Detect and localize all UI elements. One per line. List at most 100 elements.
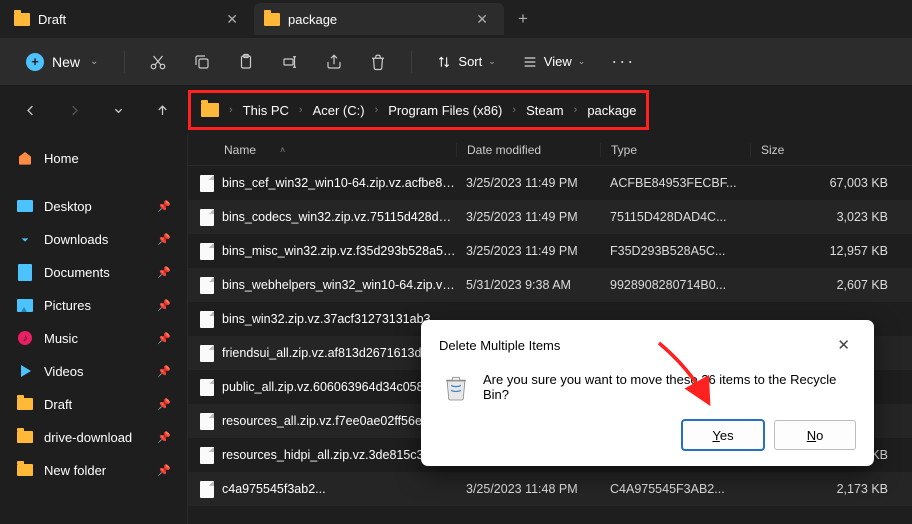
dialog-title: Delete Multiple Items (439, 338, 560, 353)
sidebar: Home Desktop 📌 Downloads 📌 Documents 📌 P… (0, 134, 188, 524)
up-button[interactable] (144, 92, 180, 128)
breadcrumb-item[interactable]: This PC (243, 103, 289, 118)
no-button[interactable]: No (774, 420, 856, 450)
file-name: bins_misc_win32.zip.vz.f35d293b528a5cff.… (222, 244, 456, 258)
tab-draft[interactable]: Draft ✕ (4, 3, 254, 35)
sidebar-item-documents[interactable]: Documents 📌 (6, 256, 181, 288)
recycle-bin-icon (443, 372, 469, 402)
file-date: 3/25/2023 11:49 PM (456, 176, 600, 190)
new-button[interactable]: + New ⌄ (16, 47, 108, 77)
more-button[interactable]: ··· (603, 47, 643, 76)
sidebar-item-videos[interactable]: Videos 📌 (6, 355, 181, 387)
share-button[interactable] (317, 45, 351, 79)
pin-icon: 📌 (157, 398, 171, 411)
forward-button[interactable] (56, 92, 92, 128)
sidebar-item-desktop[interactable]: Desktop 📌 (6, 190, 181, 222)
sidebar-item-label: Documents (44, 265, 110, 280)
table-row[interactable]: bins_codecs_win32.zip.vz.75115d428dad...… (188, 200, 912, 234)
chevron-right-icon: › (371, 104, 383, 116)
close-icon[interactable]: ✕ (220, 9, 244, 30)
folder-icon (16, 428, 34, 446)
file-name: bins_cef_win32_win10-64.zip.vz.acfbe849.… (222, 176, 456, 190)
back-button[interactable] (12, 92, 48, 128)
sidebar-item-label: New folder (44, 463, 106, 478)
sidebar-item-new-folder[interactable]: New folder 📌 (6, 454, 181, 486)
file-type: ACFBE84953FECBF... (600, 176, 750, 190)
file-type: 9928908280714B0... (600, 278, 750, 292)
view-label: View (544, 54, 572, 69)
close-icon[interactable]: ✕ (470, 9, 494, 30)
breadcrumb-item[interactable]: package (587, 103, 636, 118)
sort-button[interactable]: Sort ⌄ (428, 48, 503, 76)
tab-label: package (288, 12, 337, 27)
column-header-name[interactable]: Name ˄ (188, 143, 456, 157)
file-date: 3/25/2023 11:48 PM (456, 482, 600, 496)
plus-icon: + (26, 53, 44, 71)
view-icon (522, 54, 538, 70)
pin-icon: 📌 (157, 431, 171, 444)
sort-label: Sort (458, 54, 482, 69)
new-tab-button[interactable]: + (504, 9, 542, 29)
tab-bar: Draft ✕ package ✕ + (0, 0, 912, 38)
sidebar-item-downloads[interactable]: Downloads 📌 (6, 223, 181, 255)
breadcrumb-item[interactable]: Program Files (x86) (388, 103, 502, 118)
column-headers: Name ˄ Date modified Type Size (188, 134, 912, 166)
delete-button[interactable] (361, 45, 395, 79)
sidebar-item-label: Videos (44, 364, 84, 379)
folder-icon (264, 13, 280, 26)
sidebar-home[interactable]: Home (6, 142, 181, 174)
table-row[interactable]: bins_cef_win32_win10-64.zip.vz.acfbe849.… (188, 166, 912, 200)
cut-button[interactable] (141, 45, 175, 79)
tab-label: Draft (38, 12, 66, 27)
folder-icon (16, 395, 34, 413)
close-icon[interactable]: ✕ (831, 334, 856, 356)
recent-locations-button[interactable] (100, 92, 136, 128)
breadcrumb-item[interactable]: Steam (526, 103, 564, 118)
breadcrumb[interactable]: › This PC › Acer (C:) › Program Files (x… (188, 90, 649, 130)
pin-icon: 📌 (157, 200, 171, 213)
sidebar-item-draft[interactable]: Draft 📌 (6, 388, 181, 420)
file-icon (200, 481, 214, 498)
copy-button[interactable] (185, 45, 219, 79)
pin-icon: 📌 (157, 464, 171, 477)
sidebar-item-pictures[interactable]: Pictures 📌 (6, 289, 181, 321)
sidebar-item-label: Draft (44, 397, 72, 412)
yes-button[interactable]: Yes (682, 420, 764, 450)
file-date: 3/25/2023 11:49 PM (456, 244, 600, 258)
home-icon (16, 149, 34, 167)
rename-button[interactable] (273, 45, 307, 79)
table-row[interactable]: c4a975545f3ab2...3/25/2023 11:48 PMC4A97… (188, 472, 912, 506)
column-header-size[interactable]: Size (750, 143, 912, 157)
column-header-type[interactable]: Type (600, 143, 750, 157)
file-icon (200, 447, 214, 464)
documents-icon (16, 263, 34, 281)
table-row[interactable]: bins_webhelpers_win32_win10-64.zip.vz.9.… (188, 268, 912, 302)
file-icon (200, 243, 214, 260)
view-button[interactable]: View ⌄ (514, 48, 594, 76)
folder-icon (14, 13, 30, 26)
videos-icon (16, 362, 34, 380)
chevron-right-icon: › (295, 104, 307, 116)
file-icon (200, 209, 214, 226)
file-type: F35D293B528A5C... (600, 244, 750, 258)
pin-icon: 📌 (157, 332, 171, 345)
sidebar-item-drive-download[interactable]: drive-download 📌 (6, 421, 181, 453)
file-size: 2,607 KB (750, 278, 912, 292)
sidebar-item-music[interactable]: ♪ Music 📌 (6, 322, 181, 354)
chevron-right-icon: › (225, 104, 237, 116)
table-row[interactable]: bins_misc_win32.zip.vz.f35d293b528a5cff.… (188, 234, 912, 268)
tab-package[interactable]: package ✕ (254, 3, 504, 35)
breadcrumb-item[interactable]: Acer (C:) (313, 103, 365, 118)
file-icon (200, 311, 214, 328)
paste-button[interactable] (229, 45, 263, 79)
column-header-date[interactable]: Date modified (456, 143, 600, 157)
chevron-right-icon: › (508, 104, 520, 116)
desktop-icon (16, 197, 34, 215)
toolbar: + New ⌄ Sort ⌄ View ⌄ ··· (0, 38, 912, 86)
file-type: C4A975545F3AB2... (600, 482, 750, 496)
separator (124, 51, 125, 73)
file-name: bins_webhelpers_win32_win10-64.zip.vz.9.… (222, 278, 456, 292)
file-size: 67,003 KB (750, 176, 912, 190)
sidebar-item-label: Home (44, 151, 79, 166)
file-size: 2,173 KB (750, 482, 912, 496)
